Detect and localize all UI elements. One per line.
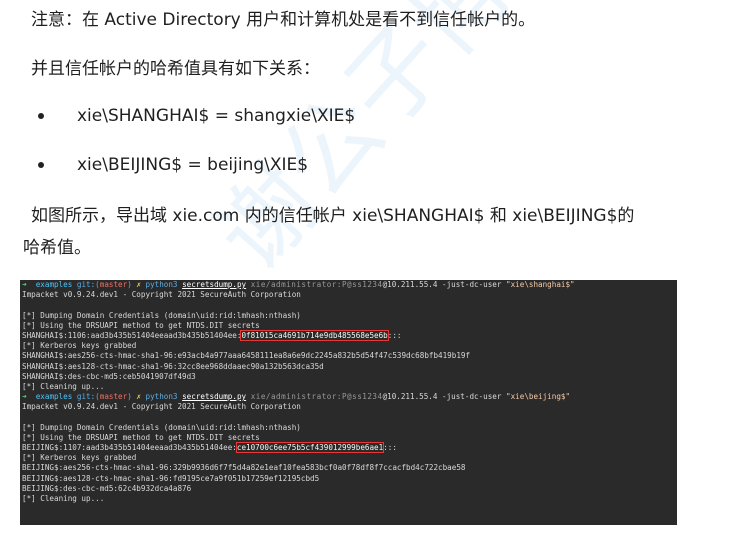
redacted-credentials: xie/administrator:P@ss1234	[250, 280, 383, 289]
python-cmd: python3	[145, 392, 178, 402]
prompt-dirty-icon: ✗	[136, 280, 141, 289]
cleaning-line: [*] Cleaning up...	[22, 493, 105, 503]
hash-line-shanghai: SHANGHAI$:1106:aad3b435b51404eeaad3b435b…	[20, 329, 677, 341]
relation-beijing: xie\BEIJING$ = beijing\XIE$	[77, 155, 309, 175]
target-user: "xie\beijing$"	[506, 392, 571, 402]
drsuapi-line: [*] Using the DRSUAPI method to get NTDS…	[22, 320, 260, 330]
banner: Impacket v0.9.24.dev1 - Copyright 2021 S…	[22, 402, 301, 412]
hash-prefix: SHANGHAI$:1106:aad3b435b51404eeaad3b435b…	[22, 330, 242, 340]
command-line-beijing: ➜ examples git:(master) ✗ python3 secret…	[20, 392, 677, 402]
redacted-credentials: xie/administrator:P@ss1234	[250, 392, 383, 402]
banner: Impacket v0.9.24.dev1 - Copyright 2021 S…	[22, 290, 301, 300]
target-user: "xie\shanghai$"	[506, 280, 575, 289]
bullet-icon	[38, 113, 44, 119]
just-dc-flag: -just-dc-user	[442, 392, 502, 402]
key-line: BEIJING$:des-cbc-md5:62c4b932dca4a876	[22, 483, 192, 493]
prompt-arrow: ➜	[22, 392, 27, 402]
python-cmd: python3	[145, 280, 178, 289]
hash-suffix: :::	[383, 443, 397, 452]
key-line: SHANGHAI$:aes256-cts-hmac-sha1-96:e93acb…	[22, 351, 471, 361]
hash-suffix: :::	[387, 330, 402, 340]
prompt-git: git:(	[76, 280, 100, 289]
key-line: BEIJING$:aes128-cts-hmac-sha1-96:fd9195c…	[22, 473, 320, 483]
prompt-branch: master	[99, 392, 128, 402]
figure-intro: 如图所示，导出域 xie.com 内的信任帐户 xie\SHANGHAI$ 和 …	[23, 200, 713, 264]
kerberos-line: [*] Kerberos keys grabbed	[22, 341, 137, 351]
target-ip: @10.211.55.4	[382, 392, 438, 402]
key-line: BEIJING$:aes256-cts-hmac-sha1-96:329b993…	[22, 463, 466, 473]
intro-note: 注意：在 Active Directory 用户和计算机处是看不到信任帐户的。	[31, 10, 536, 30]
prompt-branch: master	[99, 280, 128, 289]
dumping-line: [*] Dumping Domain Credentials (domain\u…	[22, 310, 301, 320]
cleaning-line: [*] Cleaning up...	[22, 381, 105, 391]
just-dc-flag: -just-dc-user	[442, 280, 502, 289]
prompt-dirty-icon: ✗	[136, 392, 141, 402]
command-line-shanghai: ➜ examples git:(master) ✗ python3 secret…	[20, 280, 677, 290]
key-line: SHANGHAI$:des-cbc-md5:ceb5041907df49d3	[22, 371, 196, 381]
prompt-arrow: ➜	[22, 280, 27, 289]
relation-shanghai: xie\SHANGHAI$ = shangxie\XIE$	[77, 106, 356, 126]
terminal-screenshot: ➜ examples git:(master) ✗ python3 secret…	[20, 280, 677, 525]
prompt-git-close: )	[127, 280, 132, 289]
prompt-dir: examples	[35, 392, 73, 402]
kerberos-line: [*] Kerberos keys grabbed	[22, 453, 137, 463]
nthash-highlight: 0f81015ca4691b714e9db485568e5e6b	[240, 329, 389, 341]
target-ip: @10.211.55.4	[382, 280, 438, 289]
prompt-git-close: )	[127, 392, 132, 402]
hash-prefix: BEIJING$:1107:aad3b435b51404eeaad3b435b5…	[22, 443, 237, 452]
relation-intro: 并且信任帐户的哈希值具有如下关系：	[31, 59, 320, 79]
nthash-highlight: ce10700c6ee75b5cf439012999be6ae1	[235, 442, 385, 453]
hash-line-beijing: BEIJING$:1107:aad3b435b51404eeaad3b435b5…	[20, 442, 677, 453]
figure-intro-line2: 哈希值。	[23, 238, 91, 258]
prompt-git: git:(	[76, 392, 100, 402]
drsuapi-line: [*] Using the DRSUAPI method to get NTDS…	[22, 432, 260, 442]
bullet-icon	[38, 162, 44, 168]
figure-intro-line1: 如图所示，导出域 xie.com 内的信任帐户 xie\SHANGHAI$ 和 …	[31, 206, 635, 226]
dumping-line: [*] Dumping Domain Credentials (domain\u…	[22, 422, 301, 432]
script-name: secretsdump.py	[182, 392, 247, 402]
prompt-dir: examples	[35, 280, 73, 289]
key-line: SHANGHAI$:aes128-cts-hmac-sha1-96:32cc8e…	[22, 361, 324, 371]
script-name: secretsdump.py	[182, 280, 247, 289]
